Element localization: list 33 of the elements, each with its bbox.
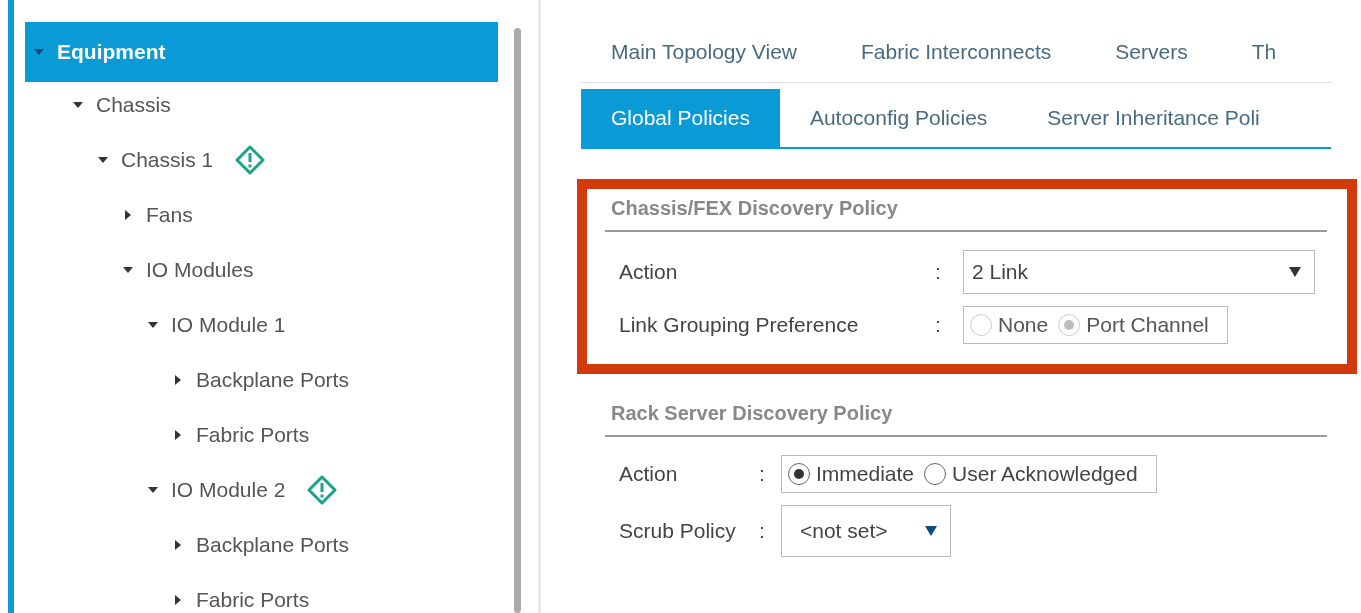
tab[interactable]: Autoconfig Policies bbox=[779, 89, 1018, 147]
field-label: Action bbox=[619, 260, 679, 284]
field-label: Link Grouping Preference bbox=[619, 313, 860, 337]
tree-item[interactable]: IO Modules bbox=[122, 257, 254, 282]
field-label: Scrub Policy bbox=[619, 519, 737, 543]
colon: : bbox=[935, 260, 942, 284]
dropdown-arrow-icon bbox=[1288, 266, 1302, 278]
tab[interactable]: Main Topology View bbox=[581, 40, 821, 64]
tab[interactable]: Th bbox=[1221, 40, 1301, 64]
tab[interactable]: Server Inheritance Poli bbox=[1017, 89, 1290, 147]
radio-option[interactable]: Immediate bbox=[788, 462, 915, 486]
colon: : bbox=[759, 519, 766, 543]
colon: : bbox=[759, 462, 766, 486]
dropdown-arrow-icon bbox=[924, 525, 938, 537]
radio-option[interactable]: User Acknowledged bbox=[924, 462, 1138, 486]
tree-item[interactable]: Backplane Ports bbox=[172, 367, 349, 392]
colon: : bbox=[935, 313, 942, 337]
section-title: Chassis/FEX Discovery Policy bbox=[605, 197, 1327, 232]
tab[interactable]: Fabric Interconnects bbox=[831, 40, 1076, 64]
dropdown[interactable]: <not set> bbox=[781, 505, 951, 557]
field-label: Action bbox=[619, 462, 679, 486]
tab[interactable]: Servers bbox=[1085, 40, 1212, 64]
dropdown[interactable]: 2 Link bbox=[963, 250, 1315, 294]
tree-item[interactable]: Chassis 1 bbox=[97, 144, 266, 175]
tree-item[interactable]: Backplane Ports bbox=[172, 532, 349, 557]
tree-item[interactable]: Fans bbox=[122, 202, 193, 227]
section-title: Rack Server Discovery Policy bbox=[605, 402, 1327, 437]
tree-item[interactable]: Chassis bbox=[72, 92, 171, 117]
tree-item[interactable]: IO Module 1 bbox=[147, 312, 286, 337]
scrollbar[interactable] bbox=[514, 28, 521, 613]
tree-item[interactable]: Fabric Ports bbox=[172, 422, 310, 447]
tree-item[interactable]: IO Module 2 bbox=[147, 474, 338, 505]
tree-item[interactable]: Fabric Ports bbox=[172, 587, 310, 612]
